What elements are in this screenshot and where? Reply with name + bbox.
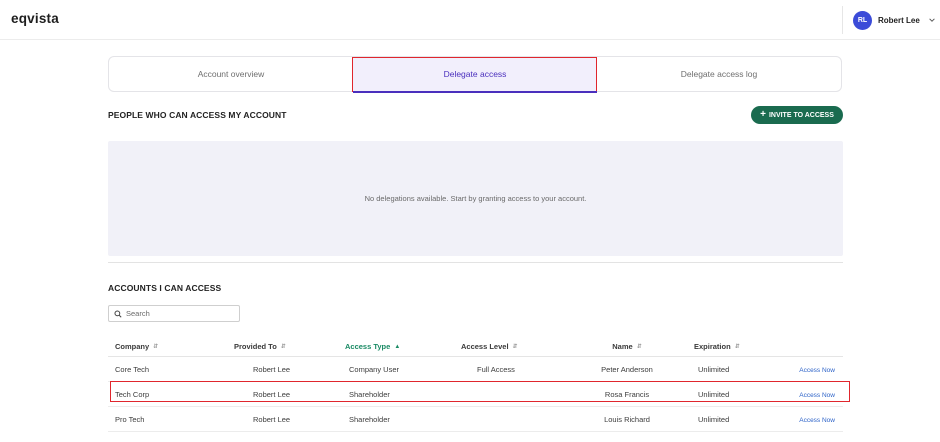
empty-state-message: No delegations available. Start by grant… — [364, 194, 587, 203]
access-now-link[interactable]: Access Now — [799, 392, 835, 399]
tab-account-overview[interactable]: Account overview — [109, 57, 353, 91]
column-header-provided-to[interactable]: Provided To ⇵ — [227, 342, 338, 351]
cell-company: Core Tech — [115, 364, 150, 374]
cell-name: Peter Anderson — [601, 364, 653, 374]
cell-name: Rosa Francis — [604, 389, 650, 399]
cell-access-type: Company User — [349, 364, 400, 374]
cell-provided-to: Robert Lee — [253, 364, 291, 374]
column-header-expiration[interactable]: Expiration ⇵ — [684, 342, 766, 351]
cell-name: Louis Richard — [604, 414, 650, 424]
tab-delegate-access-log[interactable]: Delegate access log — [597, 57, 841, 91]
tab-label: Delegate access — [443, 69, 507, 79]
sort-icon: ⇵ — [512, 344, 518, 350]
avatar[interactable]: RL — [853, 10, 872, 30]
invite-button-label: INVITE TO ACCESS — [768, 111, 834, 119]
sort-icon: ⇵ — [636, 344, 642, 350]
access-now-link[interactable]: Access Now — [799, 417, 835, 424]
user-menu[interactable]: RL Robert Lee — [842, 6, 940, 34]
cell-expiration: Unlimited — [698, 364, 730, 374]
table-row: Tech Corp Robert Lee Shareholder Rosa Fr… — [108, 381, 850, 407]
search-box[interactable] — [108, 305, 240, 322]
search-icon — [114, 309, 122, 318]
sort-icon: ⇵ — [153, 344, 159, 350]
sort-icon: ⇵ — [280, 344, 286, 350]
table-row: Pro Tech Robert Lee Shareholder Louis Ri… — [108, 407, 843, 432]
column-header-name[interactable]: Name ⇵ — [570, 342, 684, 351]
sort-icon: ⇵ — [734, 344, 740, 350]
table-row: Core Tech Robert Lee Company User Full A… — [108, 357, 843, 382]
plus-icon: + — [760, 109, 766, 120]
tab-delegate-access[interactable]: Delegate access — [352, 57, 597, 93]
column-header-access-type[interactable]: Access Type ▲ — [338, 342, 454, 351]
cell-expiration: Unlimited — [698, 389, 730, 399]
search-input[interactable] — [126, 309, 236, 318]
column-label: Company — [115, 342, 150, 351]
column-header-access-level[interactable]: Access Level ⇵ — [454, 342, 570, 351]
tab-bar: Account overview Delegate access Delegat… — [108, 56, 842, 93]
app-logo[interactable]: eqvista — [11, 11, 59, 26]
user-name[interactable]: Robert Lee — [878, 16, 920, 25]
cell-company: Tech Corp — [115, 389, 150, 399]
sort-ascending-icon: ▲ — [394, 343, 401, 350]
tab-label: Account overview — [197, 69, 265, 79]
chevron-down-icon[interactable] — [928, 16, 936, 24]
column-label: Access Level — [461, 342, 509, 351]
cell-access-type: Shareholder — [349, 389, 390, 399]
tab-label: Delegate access log — [680, 69, 758, 79]
column-label: Expiration — [694, 342, 731, 351]
cell-expiration: Unlimited — [698, 414, 730, 424]
people-section-title: PEOPLE WHO CAN ACCESS MY ACCOUNT — [108, 110, 287, 120]
cell-provided-to: Robert Lee — [253, 414, 291, 424]
access-now-link[interactable]: Access Now — [799, 367, 835, 374]
accounts-table: Company ⇵ Provided To ⇵ Access Type ▲ Acces… — [108, 337, 850, 432]
invite-to-access-button[interactable]: + INVITE TO ACCESS — [751, 106, 843, 124]
table-header: Company ⇵ Provided To ⇵ Access Type ▲ Acces… — [108, 337, 843, 357]
cell-access-level: Full Access — [477, 364, 515, 374]
empty-state: No delegations available. Start by grant… — [108, 141, 843, 256]
cell-provided-to: Robert Lee — [253, 389, 291, 399]
top-bar: eqvista RL Robert Lee — [0, 0, 940, 40]
column-label: Access Type — [345, 342, 391, 351]
column-label: Provided To — [234, 342, 277, 351]
column-header-company[interactable]: Company ⇵ — [108, 342, 227, 351]
section-divider — [108, 262, 843, 263]
column-label: Name — [612, 342, 633, 351]
accounts-section-title: ACCOUNTS I CAN ACCESS — [108, 283, 222, 293]
cell-access-type: Shareholder — [349, 414, 390, 424]
cell-company: Pro Tech — [115, 414, 145, 424]
